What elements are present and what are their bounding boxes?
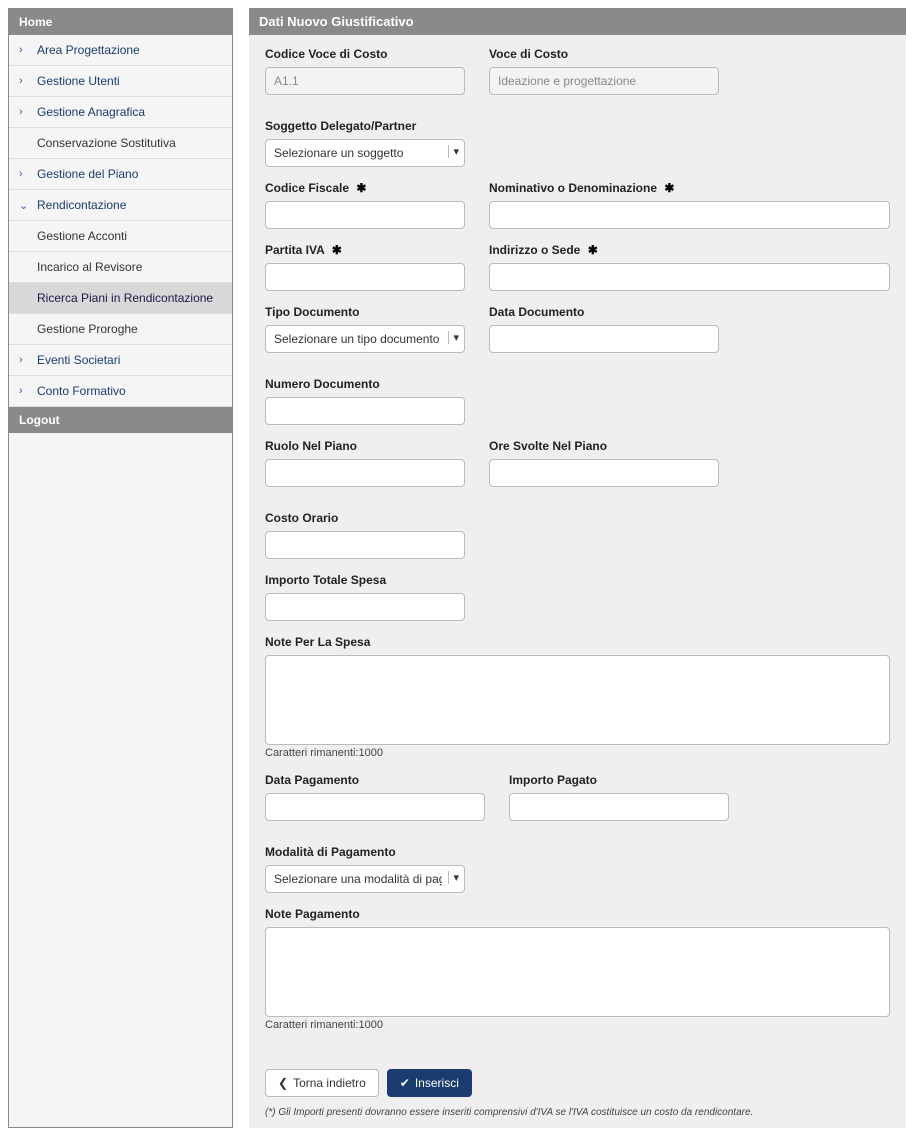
tipo-documento-label: Tipo Documento (265, 305, 465, 319)
chevron-left-icon: ❮ (278, 1076, 288, 1090)
ruolo-label: Ruolo Nel Piano (265, 439, 465, 453)
sidebar-item-gestione-del-piano[interactable]: › Gestione del Piano (9, 159, 232, 190)
data-documento-input[interactable] (489, 325, 719, 353)
panel-title: Dati Nuovo Giustificativo (249, 8, 906, 35)
soggetto-select[interactable]: Selezionare un soggetto (265, 139, 465, 167)
voce-di-costo-input (489, 67, 719, 95)
sidebar-item-label: Conto Formativo (37, 384, 126, 398)
sidebar-item-label: Gestione Anagrafica (37, 105, 145, 119)
tipo-documento-select[interactable]: Selezionare un tipo documento (265, 325, 465, 353)
importo-pagato-label: Importo Pagato (509, 773, 729, 787)
sidebar-item-label: Eventi Societari (37, 353, 120, 367)
note-pagamento-counter: Caratteri rimanenti:1000 (265, 1019, 890, 1031)
required-icon: ✱ (664, 181, 674, 195)
note-spesa-counter: Caratteri rimanenti:1000 (265, 747, 890, 759)
chevron-icon: › (19, 75, 31, 87)
sidebar-item-label: Incarico al Revisore (37, 260, 142, 274)
sidebar-item-label: Conservazione Sostitutiva (37, 136, 176, 150)
importo-totale-label: Importo Totale Spesa (265, 573, 465, 587)
required-icon: ✱ (356, 181, 366, 195)
required-icon: ✱ (588, 243, 598, 257)
check-icon: ✔ (400, 1076, 410, 1090)
nominativo-input[interactable] (489, 201, 890, 229)
sidebar-item-gestione-acconti[interactable]: Gestione Acconti (9, 221, 232, 252)
sidebar-item-conservazione-sostitutiva[interactable]: Conservazione Sostitutiva (9, 128, 232, 159)
ore-svolte-label: Ore Svolte Nel Piano (489, 439, 719, 453)
importo-pagato-input[interactable] (509, 793, 729, 821)
sidebar-item-gestione-proroghe[interactable]: Gestione Proroghe (9, 314, 232, 345)
data-pagamento-input[interactable] (265, 793, 485, 821)
chevron-icon: › (19, 385, 31, 397)
note-spesa-label: Note Per La Spesa (265, 635, 890, 649)
sidebar-item-label: Gestione Acconti (37, 229, 127, 243)
sidebar-item-eventi-societari[interactable]: › Eventi Societari (9, 345, 232, 376)
sidebar-item-gestione-anagrafica[interactable]: › Gestione Anagrafica (9, 97, 232, 128)
modalita-pagamento-select[interactable]: Selezionare una modalità di pagam (265, 865, 465, 893)
chevron-icon: › (19, 354, 31, 366)
sidebar-item-label: Gestione del Piano (37, 167, 138, 181)
chevron-icon: › (19, 44, 31, 56)
codice-fiscale-label: Codice Fiscale ✱ (265, 181, 465, 195)
numero-documento-label: Numero Documento (265, 377, 465, 391)
insert-button[interactable]: ✔ Inserisci (387, 1069, 472, 1097)
note-spesa-textarea[interactable] (265, 655, 890, 745)
sidebar: Home › Area Progettazione › Gestione Utenti… (8, 8, 233, 1128)
sidebar-item-ricerca-piani-in-rendicontazione[interactable]: Ricerca Piani in Rendicontazione (9, 283, 232, 314)
logout-button[interactable]: Logout (9, 407, 232, 433)
data-documento-label: Data Documento (489, 305, 719, 319)
costo-orario-input[interactable] (265, 531, 465, 559)
sidebar-header[interactable]: Home (9, 9, 232, 35)
codice-voce-costo-input (265, 67, 465, 95)
back-button[interactable]: ❮ Torna indietro (265, 1069, 379, 1097)
partita-iva-label: Partita IVA ✱ (265, 243, 465, 257)
costo-orario-label: Costo Orario (265, 511, 465, 525)
partita-iva-input[interactable] (265, 263, 465, 291)
sidebar-item-label: Gestione Utenti (37, 74, 120, 88)
sidebar-item-rendicontazione[interactable]: ⌄ Rendicontazione (9, 190, 232, 221)
sidebar-item-label: Gestione Proroghe (37, 322, 138, 336)
sidebar-item-label: Ricerca Piani in Rendicontazione (37, 291, 213, 305)
sidebar-item-area-progettazione[interactable]: › Area Progettazione (9, 35, 232, 66)
note-pagamento-textarea[interactable] (265, 927, 890, 1017)
sidebar-item-label: Area Progettazione (37, 43, 140, 57)
indirizzo-input[interactable] (489, 263, 890, 291)
soggetto-label: Soggetto Delegato/Partner (265, 119, 465, 133)
sidebar-item-incarico-al-revisore[interactable]: Incarico al Revisore (9, 252, 232, 283)
indirizzo-label: Indirizzo o Sede ✱ (489, 243, 890, 257)
main-panel: Dati Nuovo Giustificativo Codice Voce di… (249, 8, 906, 1128)
required-icon: ✱ (332, 243, 342, 257)
sidebar-item-gestione-utenti[interactable]: › Gestione Utenti (9, 66, 232, 97)
numero-documento-input[interactable] (265, 397, 465, 425)
chevron-icon: ⌄ (19, 199, 31, 212)
sidebar-item-label: Rendicontazione (37, 198, 126, 212)
note-pagamento-label: Note Pagamento (265, 907, 890, 921)
footnote: (*) Gli Importi presenti dovranno essere… (249, 1097, 906, 1118)
ruolo-input[interactable] (265, 459, 465, 487)
nominativo-label: Nominativo o Denominazione ✱ (489, 181, 890, 195)
codice-fiscale-input[interactable] (265, 201, 465, 229)
voce-di-costo-label: Voce di Costo (489, 47, 719, 61)
modalita-pagamento-label: Modalità di Pagamento (265, 845, 465, 859)
chevron-icon: › (19, 168, 31, 180)
ore-svolte-input[interactable] (489, 459, 719, 487)
chevron-icon: › (19, 106, 31, 118)
sidebar-item-conto-formativo[interactable]: › Conto Formativo (9, 376, 232, 407)
importo-totale-input[interactable] (265, 593, 465, 621)
data-pagamento-label: Data Pagamento (265, 773, 485, 787)
codice-voce-costo-label: Codice Voce di Costo (265, 47, 465, 61)
